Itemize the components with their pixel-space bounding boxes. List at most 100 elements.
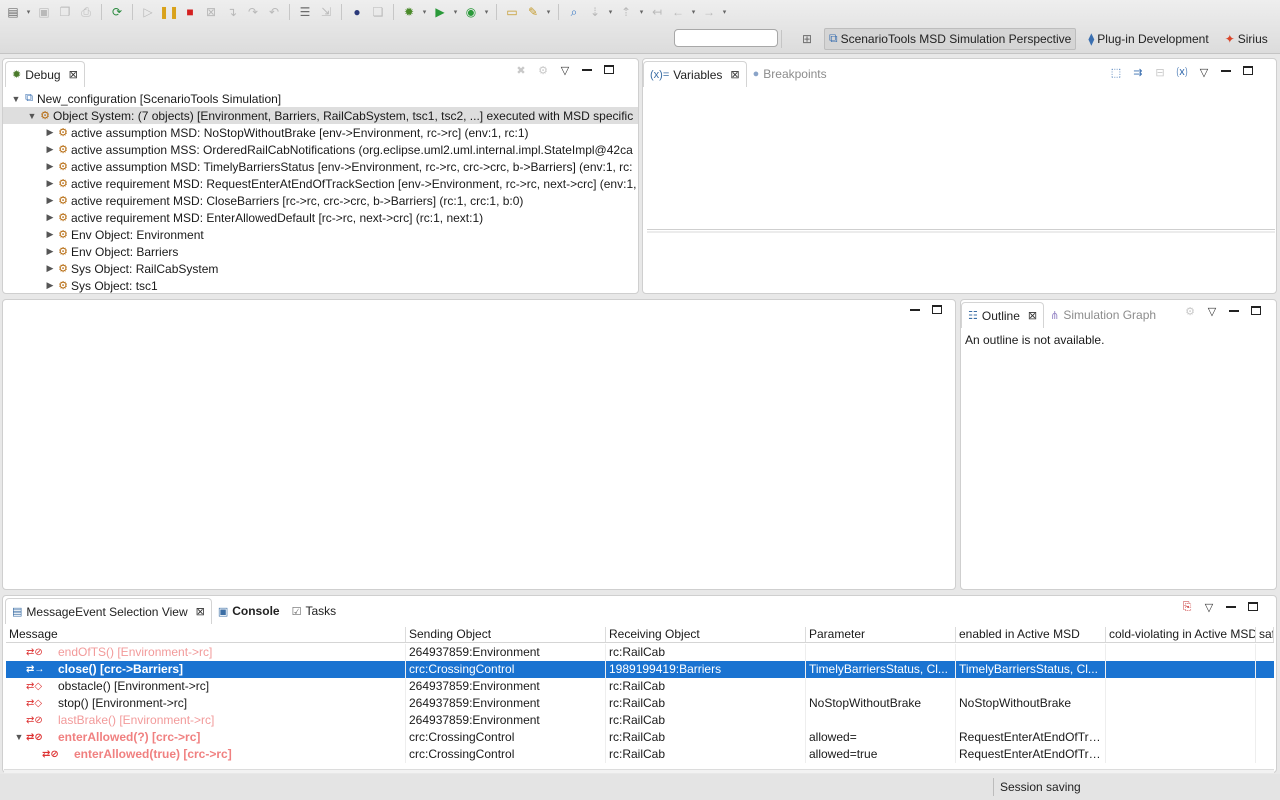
tree-item[interactable]: ▶ ⚙ Env Object: Environment [3, 226, 638, 243]
open-perspective-icon[interactable]: ⊞ [798, 30, 816, 48]
window-icon[interactable]: ❏ [369, 3, 387, 21]
step-into-icon[interactable]: ↴ [223, 3, 241, 21]
run-icon[interactable]: ▶ [431, 3, 449, 21]
view-menu-icon[interactable]: ▽ [559, 64, 571, 77]
show-logical-structure-icon[interactable]: ⇉ [1132, 66, 1144, 79]
perspective-scenariotools[interactable]: ⧉ ScenarioTools MSD Simulation Perspecti… [824, 27, 1077, 50]
minimize-icon[interactable] [1220, 66, 1232, 78]
prev-annotation-icon[interactable]: ⇡ [617, 3, 635, 21]
view-menu-icon[interactable]: ▽ [1198, 66, 1210, 79]
tree-item[interactable]: ▶ ⚙ active assumption MSD: TimelyBarriersS… [3, 158, 638, 175]
debug-options-icon[interactable]: ⚙ [537, 64, 549, 77]
back-icon[interactable]: ← [669, 3, 687, 21]
tree-item[interactable]: ▶ ⚙ active requirement MSD: EnterAllowedDe… [3, 209, 638, 226]
maximize-icon[interactable] [931, 305, 943, 317]
refresh-icon[interactable]: ⟳ [108, 3, 126, 21]
expand-icon[interactable]: ▶ [45, 280, 55, 291]
table-row[interactable]: ▼ ⇄⊘ enterAllowed(?) [crc->rc] crc:Crossin… [6, 729, 1274, 746]
search-icon[interactable]: ⌕ [565, 3, 583, 21]
table-row[interactable]: ⇄⊘ lastBrake() [Environment->rc] 26493785… [6, 712, 1274, 729]
close-icon[interactable]: ⊠ [730, 68, 739, 81]
view-menu-icon[interactable]: ▽ [1203, 601, 1215, 614]
graph-options-icon[interactable]: ⚙ [1184, 305, 1196, 318]
pen-icon[interactable]: ✎ [524, 3, 542, 21]
perspective-sirius[interactable]: ✦ Sirius [1221, 28, 1272, 50]
close-icon[interactable]: ⊠ [196, 605, 205, 618]
forward-dropdown-icon[interactable]: ▾ [721, 8, 728, 16]
collapse-all-icon[interactable]: ⊟ [1154, 66, 1166, 79]
tab-outline[interactable]: ☷ Outline ⊠ [961, 302, 1045, 328]
details-divider[interactable] [647, 229, 1275, 230]
use-step-filters-icon[interactable]: ☰ [296, 3, 314, 21]
horizontal-scrollbar[interactable] [4, 769, 1274, 773]
expand-icon[interactable]: ▶ [45, 144, 55, 155]
column-header-enabled[interactable]: enabled in Active MSD [956, 627, 1106, 642]
table-row[interactable]: ⇄◇ stop() [Environment->rc] 264937859:Env… [6, 695, 1274, 712]
collapse-icon[interactable]: ▼ [11, 94, 21, 104]
expand-icon[interactable]: ▶ [45, 212, 55, 223]
table-row-selected[interactable]: ⇄→ close() [crc->Barriers] crc:CrossingCo… [6, 661, 1274, 678]
tree-item[interactable]: ▶ ⚙ Sys Object: tsc1 [3, 277, 638, 293]
maximize-icon[interactable] [603, 64, 615, 77]
column-header-receiving[interactable]: Receiving Object [606, 627, 806, 642]
new-icon[interactable]: ▤ [4, 3, 22, 21]
pen-dropdown-icon[interactable]: ▾ [545, 8, 552, 16]
run-external-dropdown-icon[interactable]: ▾ [483, 8, 490, 16]
tree-item[interactable]: ▶ ⚙ Sys Object: RailCabSystem [3, 260, 638, 277]
tab-breakpoints[interactable]: ● Breakpoints [747, 61, 833, 87]
pdf-export-icon[interactable]: ⎘ [1181, 601, 1193, 614]
table-row[interactable]: ⇄⊘ enterAllowed(true) [crc->rc] crc:Cross… [6, 746, 1274, 763]
remove-all-terminated-icon[interactable]: ✖ [515, 64, 527, 77]
save-icon[interactable]: ▣ [35, 3, 53, 21]
tab-variables[interactable]: (x)= Variables ⊠ [643, 61, 747, 87]
expand-icon[interactable]: ▶ [45, 246, 55, 257]
step-over-icon[interactable]: ↷ [244, 3, 262, 21]
run-dropdown-icon[interactable]: ▾ [452, 8, 459, 16]
new-dropdown-icon[interactable]: ▾ [25, 8, 32, 16]
column-header-parameter[interactable]: Parameter [806, 627, 956, 642]
tree-item[interactable]: ▶ ⚙ active requirement MSD: CloseBarriers … [3, 192, 638, 209]
print-icon[interactable]: ⎙ [77, 3, 95, 21]
collapse-icon[interactable]: ▼ [27, 111, 37, 121]
tree-item-object-system[interactable]: ▼ ⚙ Object System: (7 objects) [Environm… [3, 107, 638, 124]
tab-simulation-graph[interactable]: ⋔ Simulation Graph [1044, 302, 1162, 328]
minimize-icon[interactable] [1228, 306, 1240, 318]
minimize-icon[interactable] [581, 65, 593, 77]
table-row[interactable]: ⇄⊘ endOfTS() [Environment->rc] 264937859:… [6, 644, 1274, 661]
open-folder-icon[interactable]: ▭ [503, 3, 521, 21]
prev-annotation-dropdown-icon[interactable]: ▾ [638, 8, 645, 16]
minimize-icon[interactable] [909, 305, 921, 317]
expand-icon[interactable]: ▶ [45, 229, 55, 240]
next-annotation-icon[interactable]: ⇣ [586, 3, 604, 21]
globe-icon[interactable]: ● [348, 3, 366, 21]
debug-dropdown-icon[interactable]: ▾ [421, 8, 428, 16]
minimize-icon[interactable] [1225, 602, 1237, 614]
tab-console[interactable]: ▣ Console [212, 598, 286, 624]
tree-item[interactable]: ▶ ⚙ active assumption MSS: OrderedRailCabN… [3, 141, 638, 158]
quick-access-input[interactable] [674, 29, 778, 47]
tree-item[interactable]: ▶ ⚙ active requirement MSD: RequestEnterAt… [3, 175, 638, 192]
expand-icon[interactable]: ▶ [45, 127, 55, 138]
terminate-icon[interactable]: ■ [181, 3, 199, 21]
suspend-icon[interactable]: ❚❚ [159, 3, 179, 21]
add-watch-icon[interactable]: ⒳ [1176, 64, 1188, 80]
table-row[interactable]: ⇄◇ obstacle() [Environment->rc] 264937859… [6, 678, 1274, 695]
perspective-plugin-development[interactable]: ⧫ Plug-in Development [1084, 28, 1212, 50]
expand-icon[interactable]: ▶ [45, 195, 55, 206]
collapse-icon[interactable]: ▼ [14, 729, 24, 746]
view-menu-icon[interactable]: ▽ [1206, 305, 1218, 318]
last-edit-icon[interactable]: ↤ [648, 3, 666, 21]
close-icon[interactable]: ⊠ [69, 68, 78, 81]
close-icon[interactable]: ⊠ [1028, 309, 1037, 322]
run-external-icon[interactable]: ◉ [462, 3, 480, 21]
show-type-names-icon[interactable]: ⬚ [1110, 66, 1122, 79]
tree-item[interactable]: ▶ ⚙ Env Object: Barriers [3, 243, 638, 260]
maximize-icon[interactable] [1247, 601, 1259, 614]
column-header-sending[interactable]: Sending Object [406, 627, 606, 642]
debug-icon[interactable]: ✹ [400, 3, 418, 21]
maximize-icon[interactable] [1250, 305, 1262, 318]
expand-icon[interactable]: ▶ [45, 178, 55, 189]
column-header-saf[interactable]: saf [1256, 627, 1274, 642]
tab-tasks[interactable]: ☑ Tasks [286, 598, 343, 624]
tree-item-configuration[interactable]: ▼ ⧉ New_configuration [ScenarioTools Sim… [3, 90, 638, 107]
